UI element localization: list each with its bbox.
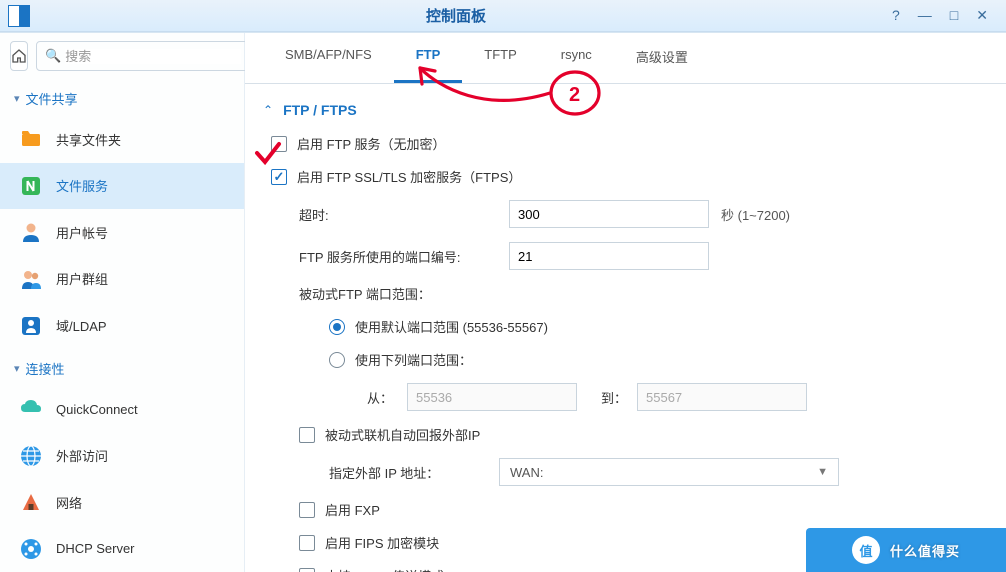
sidebar-item-label: 共享文件夹 [56, 130, 226, 149]
sidebar-item-label: 用户群组 [56, 269, 226, 288]
tab-rsync[interactable]: rsync [539, 33, 614, 83]
checkbox-enable-ascii[interactable] [299, 568, 315, 572]
label-custom-range: 使用下列端口范围： [355, 350, 472, 369]
sidebar-item-network[interactable]: 网络 [0, 479, 244, 526]
help-button[interactable]: ? [892, 7, 900, 24]
globe-icon [18, 443, 44, 469]
label-pasv-auto: 被动式联机自动回报外部IP [325, 425, 480, 444]
app-icon [8, 5, 30, 27]
sidebar-item-directory[interactable]: 域/LDAP [0, 302, 244, 349]
window-title: 控制面板 [38, 5, 874, 26]
search-box[interactable]: 🔍 [36, 41, 250, 71]
maximize-button[interactable]: □ [950, 7, 958, 24]
sidebar-item-shared-folder[interactable]: 共享文件夹 [0, 116, 244, 163]
sidebar-item-dhcp[interactable]: DHCP Server [0, 526, 244, 572]
sidebar-item-quickconnect[interactable]: QuickConnect [0, 386, 244, 433]
sidebar-group-file-sharing[interactable]: ▾ 文件共享 [0, 79, 244, 116]
label-enable-ftps: 启用 FTP SSL/TLS 加密服务（FTPS） [297, 167, 521, 186]
sidebar-item-external[interactable]: 外部访问 [0, 432, 244, 479]
search-input[interactable] [65, 49, 241, 64]
chevron-down-icon: ▾ [14, 362, 20, 375]
sidebar-group-label: 文件共享 [26, 89, 78, 108]
checkbox-enable-fips[interactable] [299, 535, 315, 551]
tab-ftp[interactable]: FTP [394, 33, 463, 83]
input-timeout[interactable] [509, 200, 709, 228]
quickconnect-icon [18, 396, 44, 422]
watermark-badge: 值 什么值得买 [806, 528, 1006, 572]
section-title: FTP / FTPS [283, 102, 357, 118]
sidebar-group-connectivity[interactable]: ▾ 连接性 [0, 349, 244, 386]
label-from: 从： [367, 388, 407, 407]
group-icon [18, 266, 44, 292]
input-from [407, 383, 577, 411]
sidebar-item-label: DHCP Server [56, 541, 226, 556]
search-icon: 🔍 [45, 48, 61, 64]
watermark-logo-icon: 值 [852, 536, 880, 564]
sidebar-item-user[interactable]: 用户帐号 [0, 209, 244, 256]
label-enable-fips: 启用 FIPS 加密模块 [325, 533, 439, 552]
folder-icon [18, 126, 44, 152]
sidebar-item-group[interactable]: 用户群组 [0, 256, 244, 303]
home-icon [11, 48, 27, 64]
label-timeout: 超时: [299, 205, 509, 224]
tab-tftp[interactable]: TFTP [462, 33, 539, 83]
label-enable-fxp: 启用 FXP [325, 500, 380, 519]
label-enable-ftp: 启用 FTP 服务（无加密） [297, 134, 446, 153]
sidebar: 🔍 ▾ 文件共享 共享文件夹 文件服务 用户帐号 用户群组 域/LDAP [0, 33, 245, 572]
sidebar-item-label: 用户帐号 [56, 223, 226, 242]
title-bar: 控制面板 ? — □ ✕ [0, 0, 1006, 32]
radio-custom-range[interactable] [329, 352, 345, 368]
select-value: WAN: [510, 465, 543, 480]
select-external-ip[interactable]: WAN: ▼ [499, 458, 839, 486]
minimize-button[interactable]: — [918, 7, 932, 24]
checkbox-enable-ftp[interactable] [271, 136, 287, 152]
suffix-timeout: 秒 (1~7200) [721, 205, 790, 224]
chevron-down-icon: ▾ [14, 92, 20, 105]
file-services-icon [18, 173, 44, 199]
section-header-ftp[interactable]: ⌃ FTP / FTPS [263, 102, 980, 118]
label-to: 到： [577, 388, 627, 407]
sidebar-item-file-services[interactable]: 文件服务 [0, 163, 244, 210]
sidebar-group-label: 连接性 [26, 359, 65, 378]
chevron-up-icon: ⌃ [263, 103, 273, 117]
label-enable-ascii: 支持 ASCII 传送模式 [325, 566, 444, 572]
checkbox-enable-ftps[interactable] [271, 169, 287, 185]
tab-smb[interactable]: SMB/AFP/NFS [263, 33, 394, 83]
tabs: SMB/AFP/NFS FTP TFTP rsync 高级设置 [245, 33, 1006, 84]
label-pasv-range: 被动式FTP 端口范围： [299, 284, 431, 303]
sidebar-item-label: 网络 [56, 493, 226, 512]
home-button[interactable] [10, 41, 28, 71]
radio-default-range[interactable] [329, 319, 345, 335]
main-panel: SMB/AFP/NFS FTP TFTP rsync 高级设置 ⌃ FTP / … [245, 33, 1006, 572]
checkbox-pasv-auto[interactable] [299, 427, 315, 443]
tab-advanced[interactable]: 高级设置 [614, 33, 710, 83]
sidebar-item-label: QuickConnect [56, 402, 226, 417]
label-default-range: 使用默认端口范围 (55536-55567) [355, 317, 548, 336]
content-area: ⌃ FTP / FTPS 启用 FTP 服务（无加密） 启用 FTP SSL/T… [245, 84, 1006, 572]
label-port: FTP 服务所使用的端口编号: [299, 247, 509, 266]
checkbox-enable-fxp[interactable] [299, 502, 315, 518]
sidebar-item-label: 文件服务 [56, 176, 226, 195]
chevron-down-icon: ▼ [817, 466, 828, 478]
user-icon [18, 219, 44, 245]
sidebar-item-label: 外部访问 [56, 446, 226, 465]
ldap-icon [18, 313, 44, 339]
network-icon [18, 489, 44, 515]
sidebar-item-label: 域/LDAP [56, 316, 226, 335]
input-to [637, 383, 807, 411]
close-button[interactable]: ✕ [976, 7, 988, 24]
watermark-text: 什么值得买 [890, 541, 960, 560]
label-external-ip: 指定外部 IP 地址： [329, 463, 499, 482]
input-port[interactable] [509, 242, 709, 270]
dhcp-icon [18, 536, 44, 562]
